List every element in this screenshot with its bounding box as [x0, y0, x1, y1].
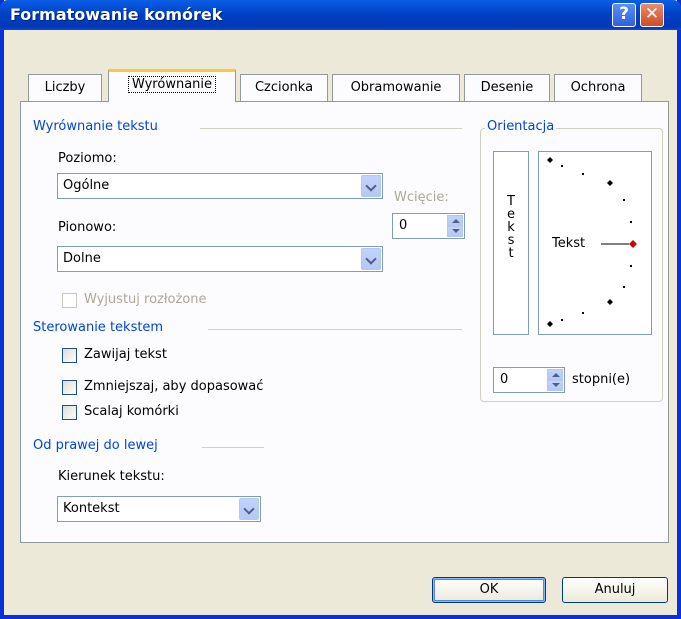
- dial-marker-selected: [629, 240, 637, 248]
- cancel-button[interactable]: Anuluj: [562, 577, 668, 603]
- tab-label: Liczby: [44, 80, 86, 95]
- ok-button[interactable]: OK: [432, 577, 546, 603]
- tab-label: Desenie: [480, 80, 534, 95]
- shrink-to-fit-label: Zmniejszaj, aby dopasować: [84, 379, 264, 394]
- close-button[interactable]: ✕: [640, 3, 664, 27]
- tab-label: Czcionka: [254, 80, 314, 95]
- degrees-label: stopni(e): [572, 372, 631, 387]
- chevron-down-icon[interactable]: [361, 175, 381, 197]
- spin-up-icon[interactable]: [547, 369, 563, 380]
- dial-dot: [561, 165, 563, 167]
- chevron-down-icon[interactable]: [361, 248, 381, 270]
- text-control-group-title: Sterowanie tekstem: [33, 320, 164, 335]
- vertical-select[interactable]: Dolne: [57, 246, 383, 272]
- dial-dot: [582, 173, 584, 175]
- dial-dot: [630, 265, 632, 267]
- indent-spinner[interactable]: 0: [392, 213, 465, 239]
- degrees-spinner[interactable]: 0: [493, 367, 565, 393]
- divider: [200, 128, 462, 129]
- horizontal-select[interactable]: Ogólne: [57, 173, 383, 199]
- dialog-title: Formatowanie komórek: [10, 5, 223, 24]
- shrink-to-fit-checkbox[interactable]: [62, 380, 77, 395]
- tab-ochrona[interactable]: Ochrona: [554, 74, 642, 101]
- dial-dot: [561, 319, 563, 321]
- rtl-group-title: Od prawej do lewej: [33, 438, 158, 453]
- vertical-value: Dolne: [63, 251, 101, 266]
- dial-marker-minus45: [607, 299, 613, 305]
- tab-liczby[interactable]: Liczby: [28, 74, 102, 101]
- spin-down-icon[interactable]: [447, 226, 463, 237]
- wrap-text-checkbox[interactable]: [62, 348, 77, 363]
- orientation-dial[interactable]: Tekst: [538, 151, 652, 335]
- dial-dot: [582, 312, 584, 314]
- orientation-group-title: Orientacja: [485, 119, 557, 134]
- title-bar[interactable]: Formatowanie komórek ? ✕: [0, 0, 681, 30]
- dial-dot: [623, 199, 625, 201]
- spin-down-icon[interactable]: [547, 380, 563, 391]
- tab-czcionka[interactable]: Czcionka: [240, 74, 328, 101]
- dial-marker-bottom: [547, 321, 553, 327]
- dial-marker-45: [607, 180, 613, 186]
- direction-value: Kontekst: [63, 501, 120, 516]
- wrap-text-label: Zawijaj tekst: [84, 347, 167, 362]
- tab-label: Wyrównanie: [127, 76, 217, 93]
- horizontal-label: Poziomo:: [58, 151, 117, 166]
- chevron-down-icon[interactable]: [239, 498, 259, 520]
- divider: [208, 329, 462, 330]
- dial-marker-top: [547, 157, 553, 163]
- help-button[interactable]: ?: [612, 3, 636, 27]
- justify-distributed-checkbox[interactable]: [62, 293, 77, 308]
- degrees-value: 0: [500, 372, 509, 387]
- tab-obramowanie[interactable]: Obramowanie: [332, 74, 460, 101]
- vertical-text: T e k s t: [494, 195, 528, 260]
- merge-cells-label: Scalaj komórki: [84, 404, 179, 419]
- dial-dot: [623, 286, 625, 288]
- letter: t: [508, 246, 514, 261]
- justify-distributed-label: Wyjustuj rozłożone: [84, 292, 207, 307]
- tab-desenie[interactable]: Desenie: [464, 74, 550, 101]
- divider: [202, 447, 264, 448]
- vertical-label: Pionowo:: [58, 220, 117, 235]
- dial-dot: [630, 221, 632, 223]
- vertical-text-box[interactable]: T e k s t: [493, 151, 529, 335]
- dial-text: Tekst: [552, 236, 586, 251]
- indent-value: 0: [399, 218, 408, 233]
- direction-label: Kierunek tekstu:: [58, 469, 165, 484]
- tab-label: Obramowanie: [350, 80, 442, 95]
- horizontal-value: Ogólne: [63, 178, 110, 193]
- merge-cells-checkbox[interactable]: [62, 405, 77, 420]
- tab-label: Ochrona: [570, 80, 626, 95]
- spin-up-icon[interactable]: [447, 215, 463, 226]
- alignment-group-title: Wyrównanie tekstu: [33, 119, 158, 134]
- indent-label: Wcięcie:: [394, 190, 449, 205]
- direction-select[interactable]: Kontekst: [57, 496, 261, 522]
- tab-wyrownanie[interactable]: Wyrównanie: [108, 69, 236, 102]
